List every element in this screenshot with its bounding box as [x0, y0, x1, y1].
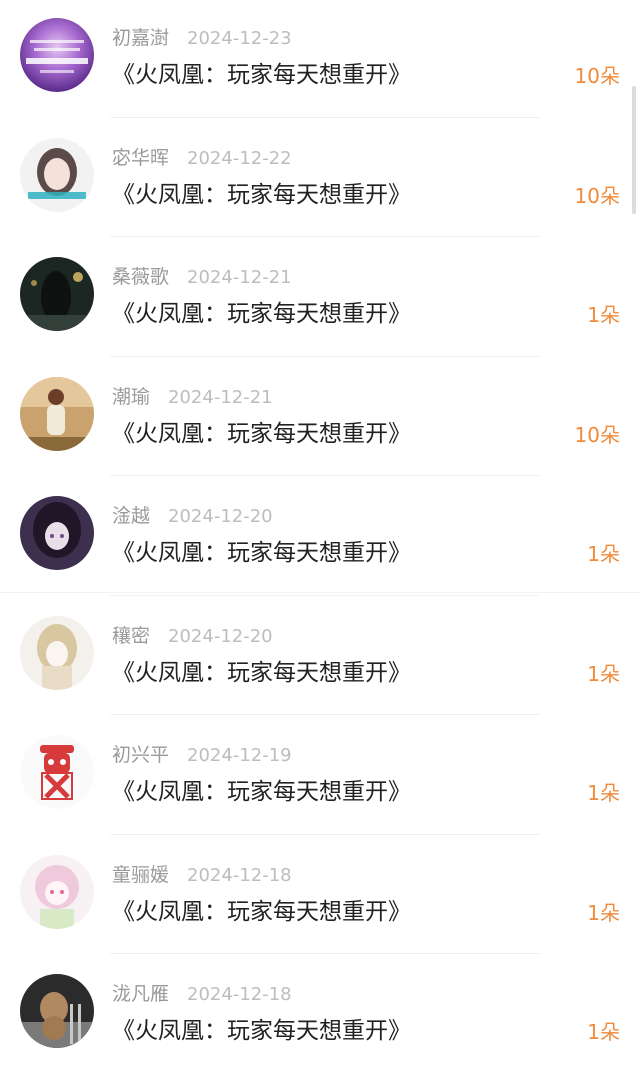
gift-count: 1朵 — [587, 900, 620, 925]
user-name[interactable]: 初嘉澍 — [112, 27, 169, 49]
gift-count: 1朵 — [587, 781, 620, 805]
book-title[interactable]: 《火凤凰：玩家每天想重开》 — [112, 538, 411, 568]
dark-silhouette-avatar-icon[interactable] — [20, 257, 94, 331]
divider — [110, 953, 540, 954]
divider — [110, 475, 540, 476]
anime-dark-avatar-icon[interactable] — [20, 496, 94, 570]
record-date: 2024-12-18 — [187, 864, 292, 886]
book-title[interactable]: 《火凤凰：玩家每天想重开》 — [112, 1016, 411, 1046]
list-item[interactable]: 初兴平 2024-12-19 《火凤凰：玩家每天想重开》 1朵 — [0, 717, 640, 837]
user-name[interactable]: 泷凡雁 — [112, 983, 169, 1005]
gift-count: 10朵 — [574, 183, 620, 208]
record-meta: 淦越 2024-12-20 — [112, 502, 273, 530]
purple-text-avatar-icon[interactable] — [20, 18, 94, 92]
divider — [110, 833, 540, 835]
record-meta: 穰密 2024-12-20 — [112, 622, 273, 650]
user-name[interactable]: 桑薇歌 — [112, 266, 169, 288]
book-title[interactable]: 《火凤凰：玩家每天想重开》 — [112, 658, 411, 688]
book-title[interactable]: 《火凤凰：玩家每天想重开》 — [112, 897, 411, 927]
section-divider — [0, 592, 640, 593]
record-date: 2024-12-18 — [187, 984, 292, 1005]
record-meta: 桑薇歌 2024-12-21 — [112, 263, 292, 291]
book-title[interactable]: 《火凤凰：玩家每天想重开》 — [112, 777, 411, 807]
book-title[interactable]: 《火凤凰：玩家每天想重开》 — [112, 180, 411, 210]
book-title[interactable]: 《火凤凰：玩家每天想重开》 — [112, 60, 411, 90]
gift-count: 10朵 — [574, 422, 620, 447]
list-item[interactable]: 桑薇歌 2024-12-21 《火凤凰：玩家每天想重开》 1朵 — [0, 239, 640, 359]
record-meta: 泷凡雁 2024-12-18 — [112, 980, 292, 1008]
user-name[interactable]: 初兴平 — [112, 744, 169, 766]
dog-photo-avatar-icon[interactable] — [20, 974, 94, 1048]
user-name[interactable]: 宓华晖 — [112, 147, 169, 169]
book-title[interactable]: 《火凤凰：玩家每天想重开》 — [112, 299, 411, 329]
divider — [110, 116, 540, 118]
girl-portrait-avatar-icon[interactable] — [20, 137, 94, 212]
anime-pink-avatar-icon[interactable] — [20, 854, 94, 929]
user-name[interactable]: 童骊媛 — [112, 864, 169, 886]
record-date: 2024-12-21 — [168, 386, 273, 408]
scrollbar[interactable] — [632, 86, 636, 214]
list-item[interactable]: 初嘉澍 2024-12-23 《火凤凰：玩家每天想重开》 10朵 — [0, 0, 640, 120]
record-meta: 童骊媛 2024-12-18 — [112, 861, 292, 889]
red-skull-avatar-icon[interactable] — [20, 735, 94, 809]
list-item[interactable]: 潮瑜 2024-12-21 《火凤凰：玩家每天想重开》 10朵 — [0, 359, 640, 479]
woman-outdoor-avatar-icon[interactable] — [20, 376, 94, 451]
record-date: 2024-12-19 — [187, 745, 292, 766]
record-date: 2024-12-22 — [187, 147, 292, 169]
record-meta: 宓华晖 2024-12-22 — [112, 144, 292, 172]
gift-count: 10朵 — [574, 64, 620, 88]
anime-sketch-avatar-icon[interactable] — [20, 615, 94, 690]
gift-count: 1朵 — [587, 1020, 620, 1044]
user-name[interactable]: 淦越 — [112, 505, 150, 527]
record-meta: 潮瑜 2024-12-21 — [112, 383, 273, 411]
list-item[interactable]: 淦越 2024-12-20 《火凤凰：玩家每天想重开》 1朵 — [0, 478, 640, 598]
list-item[interactable]: 童骊媛 2024-12-18 《火凤凰：玩家每天想重开》 1朵 — [0, 837, 640, 957]
gift-count: 1朵 — [587, 303, 620, 327]
gift-record-list: 初嘉澍 2024-12-23 《火凤凰：玩家每天想重开》 10朵 宓华晖 2024-… — [0, 0, 640, 1076]
gift-count: 1朵 — [587, 661, 620, 686]
record-meta: 初兴平 2024-12-19 — [112, 741, 292, 769]
list-item[interactable]: 穰密 2024-12-20 《火凤凰：玩家每天想重开》 1朵 — [0, 598, 640, 718]
divider — [110, 714, 540, 715]
record-date: 2024-12-20 — [168, 506, 273, 527]
record-meta: 初嘉澍 2024-12-23 — [112, 24, 292, 52]
list-item[interactable]: 泷凡雁 2024-12-18 《火凤凰：玩家每天想重开》 1朵 — [0, 956, 640, 1076]
record-date: 2024-12-20 — [168, 625, 273, 647]
divider — [110, 236, 540, 237]
gift-count: 1朵 — [587, 542, 620, 566]
book-title[interactable]: 《火凤凰：玩家每天想重开》 — [112, 419, 411, 449]
divider — [110, 355, 540, 357]
user-name[interactable]: 潮瑜 — [112, 386, 150, 408]
user-name[interactable]: 穰密 — [112, 625, 150, 647]
divider — [110, 594, 540, 596]
record-date: 2024-12-21 — [187, 267, 292, 288]
list-item[interactable]: 宓华晖 2024-12-22 《火凤凰：玩家每天想重开》 10朵 — [0, 120, 640, 240]
record-date: 2024-12-23 — [187, 28, 292, 49]
